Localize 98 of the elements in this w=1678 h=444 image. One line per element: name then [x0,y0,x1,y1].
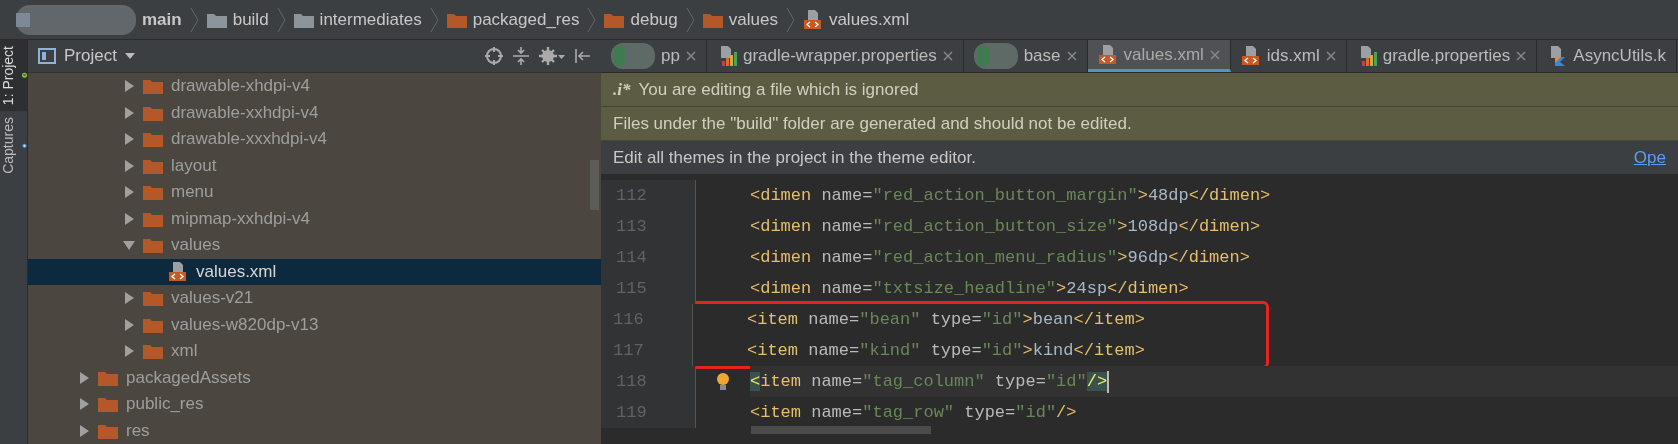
folder-icon [143,210,163,227]
code-line: <item name="tag_column" type="id"/> [750,372,1108,391]
folder-icon [143,237,163,254]
close-icon[interactable] [942,51,953,61]
expand-arrow-icon[interactable] [78,371,90,384]
folder-icon [98,422,118,439]
editor-tab[interactable]: pp [601,40,707,72]
scrollbar[interactable] [751,426,931,434]
panel-title[interactable]: Project [64,46,117,66]
code-line: <item name="tag_row" type="id"/> [750,403,1077,422]
collapse-arrow-icon[interactable] [123,239,135,252]
close-icon[interactable] [685,51,696,61]
tree-item[interactable]: values.xml [28,258,601,285]
collapse-all-icon[interactable] [513,47,529,65]
folder-icon [143,131,163,148]
expand-arrow-icon[interactable] [78,424,90,437]
expand-arrow-icon[interactable] [123,159,135,172]
xml-file-icon [1097,44,1118,65]
editor-tab[interactable]: gradle.properties [1346,40,1538,72]
lightbulb-icon[interactable] [716,371,730,392]
close-icon[interactable] [1516,51,1527,61]
target-icon[interactable] [485,47,503,65]
text-cursor [1107,370,1110,393]
open-link[interactable]: Ope [1633,147,1666,168]
ignored-file-icon: .i* [613,79,631,100]
expand-arrow-icon[interactable] [123,212,135,225]
breadcrumb-item[interactable]: packaged_res [442,7,584,32]
code-line: <item name="bean" type="id">bean</item> [747,310,1145,329]
close-icon[interactable] [1209,49,1220,60]
code-line: <dimen name="txtsize_headline">24sp</dimen> [750,279,1189,298]
folder-icon [98,369,118,386]
tree-item[interactable]: values [28,232,601,259]
expand-arrow-icon[interactable] [78,398,90,411]
breadcrumb-item[interactable]: main [12,2,186,37]
chevron-icon [587,6,597,33]
editor-tab[interactable]: values.xml [1087,40,1231,72]
chevron-icon [189,6,199,33]
xml-file-icon [802,9,823,30]
blurred-icon [16,4,136,35]
dropdown-caret-icon[interactable] [124,53,135,59]
banner-text: You are editing a file which is ignored [638,79,919,100]
breadcrumb-item[interactable]: build [202,7,273,32]
tree-item[interactable]: layout [28,152,601,179]
expand-arrow-icon[interactable] [123,106,135,119]
code-line: <dimen name="red_action_menu_radius">96dp</dimen> [750,248,1250,267]
folder-icon [143,78,163,95]
side-tab[interactable]: 1: Project [0,40,27,112]
expand-arrow-icon[interactable] [123,292,135,305]
expand-arrow-icon[interactable] [123,133,135,146]
tree-item[interactable]: drawable-xxxhdpi-v4 [28,126,601,153]
editor-tab[interactable]: base [963,40,1088,72]
expand-arrow-icon[interactable] [123,186,135,199]
banner-text: Files under the "build" folder are generated and should not be edited. [613,113,1132,134]
code-line: <dimen name="red_action_button_margin">48dp</dimen> [750,186,1271,205]
close-icon[interactable] [1325,51,1336,61]
tree-item[interactable]: values-w820dp-v13 [28,311,601,338]
tree-item[interactable]: packagedAssets [28,364,601,391]
hide-panel-icon[interactable] [575,48,591,64]
folder-icon [98,396,118,413]
code-line: <item name="kind" type="id">kind</item> [747,341,1145,360]
tree-item[interactable]: public_res [28,391,601,418]
breadcrumb-item[interactable]: values.xml [798,7,914,32]
folder-icon [143,343,163,360]
banner-text: Edit all themes in the project in the theme editor. [613,147,976,168]
blurred-icon [973,43,1018,69]
editor-tab[interactable]: gradle-wrapper.properties [706,40,964,72]
editor-tab[interactable]: AsyncUtils.k [1537,40,1677,72]
tree-item[interactable]: values-v21 [28,285,601,312]
expand-arrow-icon[interactable] [123,318,135,331]
close-icon[interactable] [1066,51,1077,61]
tree-item[interactable]: drawable-xxhdpi-v4 [28,99,601,126]
folder-icon [143,184,163,201]
project-view-icon [38,48,56,64]
breadcrumb-item[interactable]: values [698,7,782,32]
folder-icon [143,290,163,307]
chevron-icon [785,6,795,33]
settings-icon[interactable] [539,47,565,65]
tree-item[interactable]: res [28,417,601,444]
folder-icon [143,157,163,174]
breadcrumb-item[interactable]: debug [600,7,682,32]
expand-arrow-icon[interactable] [123,345,135,358]
tree-item[interactable]: xml [28,338,601,365]
chevron-icon [685,6,695,33]
code-line: <dimen name="red_action_button_size">108dp</dimen> [750,217,1261,236]
xml-file-icon [168,261,188,282]
blurred-icon [611,43,655,69]
side-tab[interactable]: Captures [0,111,27,180]
chevron-icon [429,6,439,33]
xml-file-icon [1240,46,1261,66]
tree-item[interactable]: drawable-xhdpi-v4 [28,73,601,100]
breadcrumb-item[interactable]: intermediates [289,7,426,32]
expand-arrow-icon[interactable] [123,80,135,93]
tree-item[interactable]: mipmap-xxhdpi-v4 [28,205,601,232]
editor-tab[interactable]: ids.xml [1230,40,1347,72]
folder-icon [143,316,163,333]
chevron-icon [276,6,286,33]
tree-item[interactable]: menu [28,179,601,206]
folder-icon [143,104,163,121]
